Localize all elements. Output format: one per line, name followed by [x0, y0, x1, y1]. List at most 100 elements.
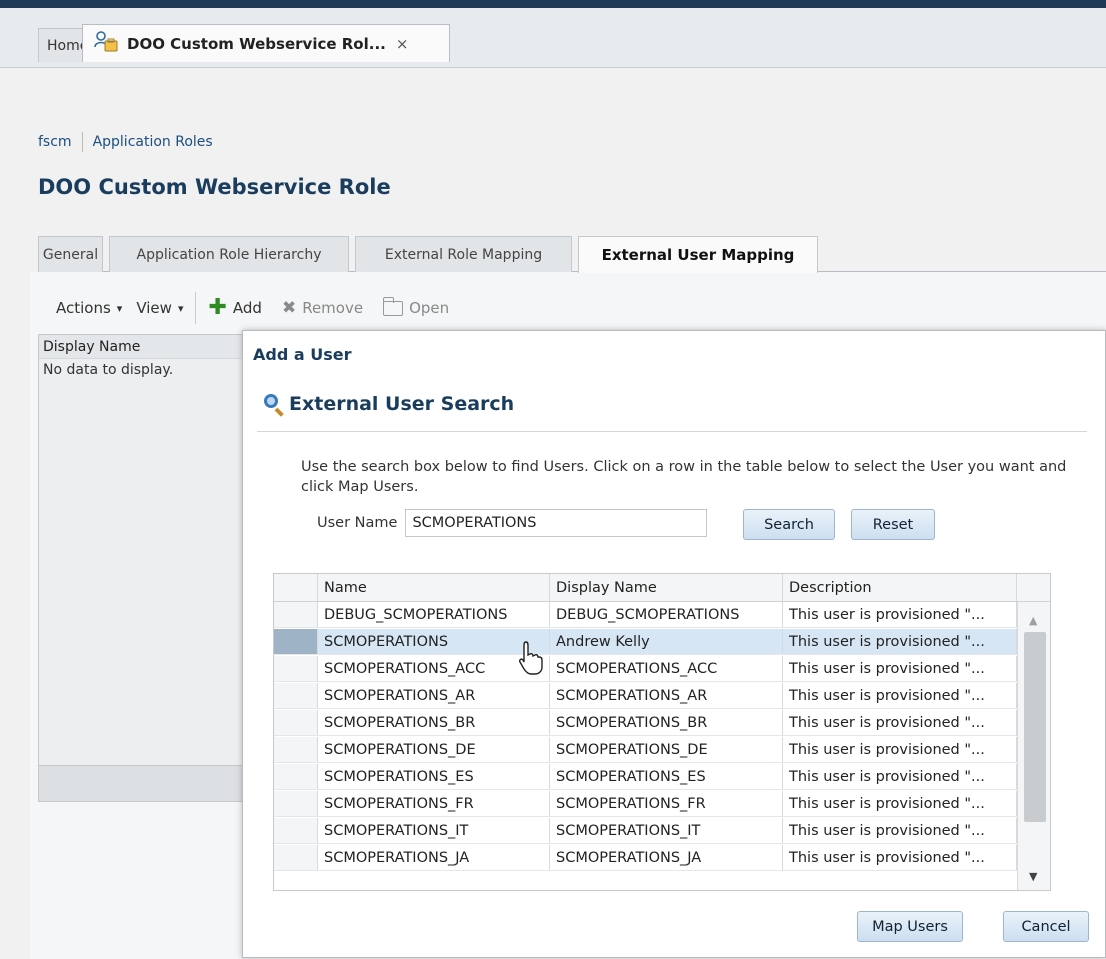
row-selector[interactable] [274, 845, 318, 870]
user-name-input[interactable] [405, 509, 708, 537]
cell-description: This user is provisioned "... [783, 845, 1017, 870]
remove-button[interactable]: ✖ Remove [282, 298, 363, 318]
table-row[interactable]: SCMOPERATIONS_DE SCMOPERATIONS_DE This u… [274, 737, 1050, 763]
folder-icon [383, 296, 404, 316]
table-header: Name Display Name Description [274, 574, 1050, 602]
row-selector[interactable] [274, 629, 318, 654]
magnifier-icon [263, 393, 285, 417]
tab-external-user-mapping-label: External User Mapping [601, 246, 795, 264]
table-row[interactable]: SCMOPERATIONS_IT SCMOPERATIONS_IT This u… [274, 818, 1050, 844]
role-people-icon [93, 30, 119, 58]
reset-button[interactable]: Reset [851, 509, 935, 540]
table-row[interactable]: DEBUG_SCMOPERATIONS DEBUG_SCMOPERATIONS … [274, 602, 1050, 628]
section-header: External User Search [263, 393, 515, 417]
open-button-label: Open [409, 299, 450, 317]
section-divider [257, 431, 1087, 432]
tab-external-role-mapping[interactable]: External Role Mapping [355, 236, 572, 272]
cell-description: This user is provisioned "... [783, 656, 1017, 681]
table-scrollbar[interactable]: ▲ ▼ [1017, 602, 1050, 890]
tab-general-label: General [42, 246, 99, 263]
breadcrumb-separator [81, 132, 83, 152]
column-header-display-name[interactable]: Display Name [550, 574, 783, 601]
open-button[interactable]: Open [383, 296, 450, 317]
scroll-down-icon[interactable]: ▼ [1029, 870, 1037, 883]
table-row[interactable]: SCMOPERATIONS_ES SCMOPERATIONS_ES This u… [274, 764, 1050, 790]
add-user-dialog: Add a User External User Search Use the … [242, 330, 1106, 958]
user-name-label: User Name [317, 515, 398, 531]
cell-display-name: SCMOPERATIONS_IT [550, 818, 783, 843]
column-header-description[interactable]: Description [783, 574, 1017, 601]
cell-name: DEBUG_SCMOPERATIONS [318, 602, 550, 627]
search-button[interactable]: Search [743, 509, 835, 540]
breadcrumb: fscm Application Roles [38, 132, 213, 152]
plus-icon: ✚ [208, 295, 227, 320]
row-selector[interactable] [274, 710, 318, 735]
scroll-up-icon[interactable]: ▲ [1029, 614, 1037, 627]
tab-general[interactable]: General [38, 236, 103, 272]
row-selector[interactable] [274, 656, 318, 681]
cell-description: This user is provisioned "... [783, 710, 1017, 735]
column-header-name[interactable]: Name [318, 574, 550, 601]
row-selector[interactable] [274, 818, 318, 843]
section-title: External User Search [289, 393, 515, 415]
add-button-label: Add [232, 299, 262, 317]
cell-description: This user is provisioned "... [783, 629, 1017, 654]
instructions-text: Use the search box below to find Users. … [301, 459, 1067, 495]
table-row[interactable]: SCMOPERATIONS_JA SCMOPERATIONS_JA This u… [274, 845, 1050, 871]
scroll-thumb[interactable] [1024, 632, 1046, 822]
cell-description: This user is provisioned "... [783, 737, 1017, 762]
cell-display-name: SCMOPERATIONS_BR [550, 710, 783, 735]
cell-name: SCMOPERATIONS_IT [318, 818, 550, 843]
actions-menu[interactable]: Actions ▾ [56, 299, 122, 317]
cell-description: This user is provisioned "... [783, 791, 1017, 816]
map-users-button[interactable]: Map Users [857, 911, 963, 942]
mapping-toolbar: Actions ▾ View ▾ ✚ Add ✖ Remove Open [38, 290, 638, 326]
row-selector[interactable] [274, 764, 318, 789]
actions-menu-label: Actions [56, 299, 111, 317]
cell-description: This user is provisioned "... [783, 764, 1017, 789]
cell-display-name: SCMOPERATIONS_FR [550, 791, 783, 816]
cell-display-name: DEBUG_SCMOPERATIONS [550, 602, 783, 627]
cell-display-name: SCMOPERATIONS_AR [550, 683, 783, 708]
close-icon[interactable]: × [396, 35, 409, 53]
row-selector[interactable] [274, 737, 318, 762]
document-tab-label: DOO Custom Webservice Rol... [127, 34, 386, 53]
breadcrumb-fscm[interactable]: fscm [38, 134, 72, 150]
cell-name: SCMOPERATIONS [318, 629, 550, 654]
table-row[interactable]: SCMOPERATIONS_ACC SCMOPERATIONS_ACC This… [274, 656, 1050, 682]
user-results-table: Name Display Name Description DEBUG_SCMO… [273, 573, 1051, 891]
cell-name: SCMOPERATIONS_AR [318, 683, 550, 708]
cell-display-name: Andrew Kelly [550, 629, 783, 654]
role-tabs: General Application Role Hierarchy Exter… [38, 236, 1106, 273]
dialog-title: Add a User [253, 345, 352, 364]
top-bar [0, 0, 1106, 8]
tab-application-role-hierarchy[interactable]: Application Role Hierarchy [109, 236, 349, 272]
cell-name: SCMOPERATIONS_FR [318, 791, 550, 816]
table-row[interactable]: SCMOPERATIONS_FR SCMOPERATIONS_FR This u… [274, 791, 1050, 817]
cell-description: This user is provisioned "... [783, 818, 1017, 843]
cell-display-name: SCMOPERATIONS_ACC [550, 656, 783, 681]
table-row[interactable]: SCMOPERATIONS_BR SCMOPERATIONS_BR This u… [274, 710, 1050, 736]
table-row[interactable]: SCMOPERATIONS_AR SCMOPERATIONS_AR This u… [274, 683, 1050, 709]
tab-external-role-mapping-label: External Role Mapping [384, 246, 543, 263]
chevron-down-icon: ▾ [177, 301, 184, 315]
breadcrumb-application-roles[interactable]: Application Roles [93, 134, 213, 150]
chevron-down-icon: ▾ [116, 301, 123, 315]
remove-icon: ✖ [281, 298, 297, 318]
tab-application-role-hierarchy-label: Application Role Hierarchy [136, 246, 322, 263]
row-selector[interactable] [274, 791, 318, 816]
row-selector[interactable] [274, 602, 318, 627]
table-row-selected[interactable]: SCMOPERATIONS Andrew Kelly This user is … [274, 629, 1050, 655]
cell-display-name: SCMOPERATIONS_ES [550, 764, 783, 789]
remove-button-label: Remove [302, 299, 364, 317]
cell-name: SCMOPERATIONS_DE [318, 737, 550, 762]
row-selector[interactable] [274, 683, 318, 708]
view-menu[interactable]: View ▾ [136, 299, 183, 317]
cell-description: This user is provisioned "... [783, 602, 1017, 627]
tab-external-user-mapping[interactable]: External User Mapping [578, 236, 818, 273]
add-button[interactable]: ✚ Add [208, 297, 261, 319]
document-tab[interactable]: DOO Custom Webservice Rol... × [82, 24, 450, 62]
cancel-button[interactable]: Cancel [1003, 911, 1089, 942]
window-tabstrip: Home DOO Custom Webservice Rol... × [0, 8, 1106, 68]
cell-name: SCMOPERATIONS_ES [318, 764, 550, 789]
